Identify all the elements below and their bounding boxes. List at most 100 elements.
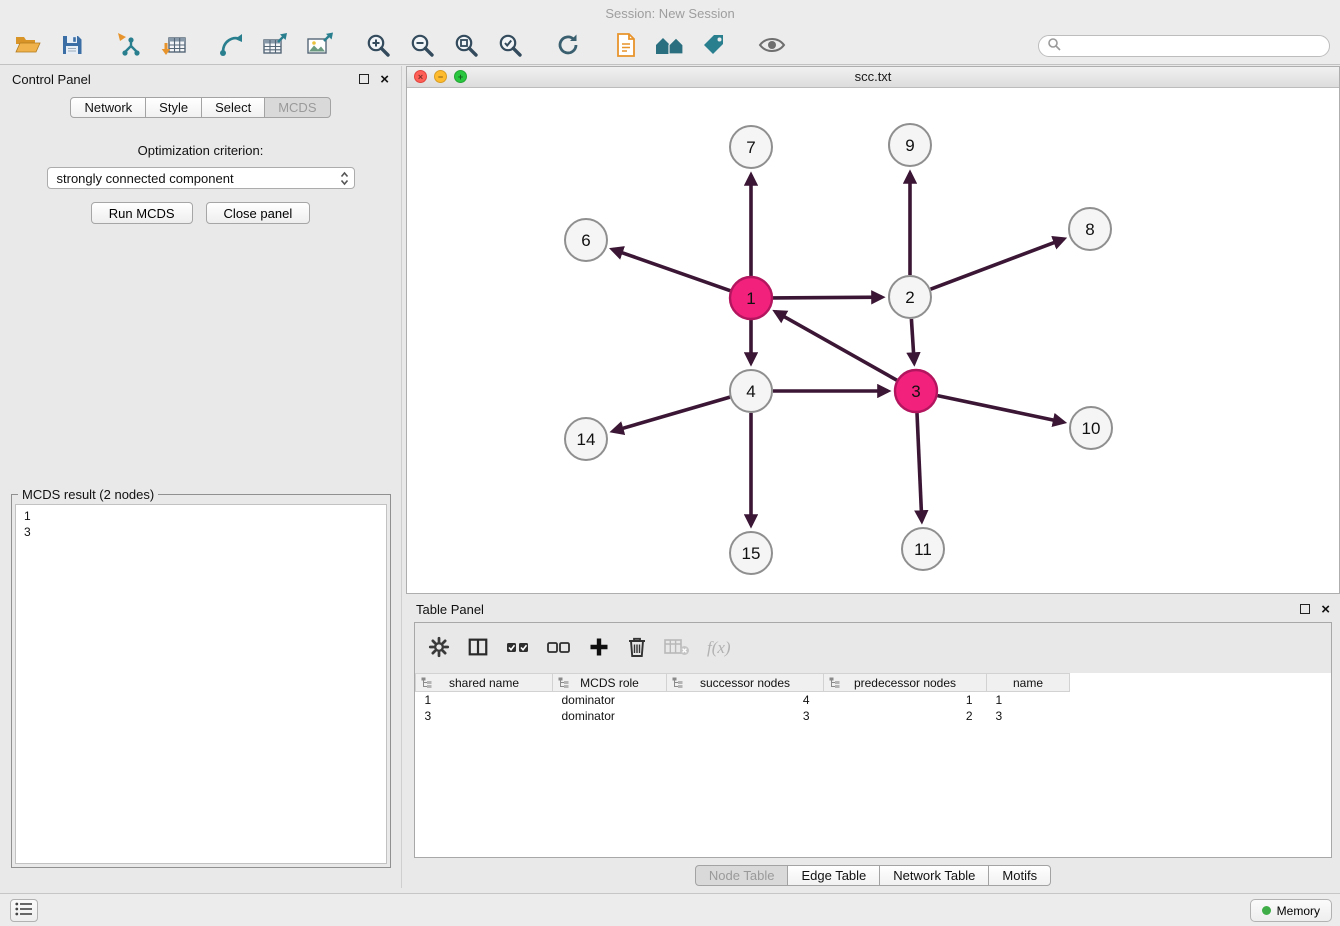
- table-row[interactable]: 3 dominator 3 2 3: [416, 708, 1332, 724]
- edge-4-14[interactable]: [613, 397, 730, 431]
- node-4[interactable]: 4: [730, 370, 772, 412]
- zoom-out-icon: [409, 32, 435, 61]
- eye-icon: [758, 35, 786, 58]
- memory-button[interactable]: Memory: [1250, 899, 1332, 922]
- network-window: scc.txt × − + 7968124310141511: [406, 66, 1340, 594]
- tab-node-table[interactable]: Node Table: [695, 865, 789, 886]
- memory-status-icon: [1262, 906, 1271, 915]
- mcds-result-list[interactable]: 1 3: [15, 504, 387, 864]
- table-row[interactable]: 1 dominator 4 1 1: [416, 692, 1332, 709]
- deselect-all-button[interactable]: [547, 638, 571, 659]
- column-sort-icon: [672, 677, 683, 691]
- edge-2-8[interactable]: [931, 239, 1064, 289]
- node-6[interactable]: 6: [565, 219, 607, 261]
- node-table: shared name MCDS role successor nodes pr…: [415, 673, 1331, 724]
- table-header-row: shared name MCDS role successor nodes pr…: [416, 674, 1332, 692]
- status-bar: Memory: [0, 893, 1340, 926]
- column-sort-icon: [421, 677, 432, 691]
- node-14[interactable]: 14: [565, 418, 607, 460]
- function-builder-button[interactable]: f(x): [707, 638, 731, 658]
- close-table-panel-icon[interactable]: ×: [1321, 602, 1330, 617]
- node-8[interactable]: 8: [1069, 208, 1111, 250]
- node-1[interactable]: 1: [730, 277, 772, 319]
- edge-3-1[interactable]: [775, 312, 896, 381]
- tab-motifs[interactable]: Motifs: [988, 865, 1051, 886]
- close-window-icon[interactable]: ×: [414, 70, 427, 83]
- save-session-button[interactable]: [50, 30, 94, 62]
- edge-1-6[interactable]: [612, 249, 730, 290]
- zoom-out-button[interactable]: [400, 30, 444, 62]
- edge-2-3[interactable]: [911, 319, 914, 363]
- export-table-icon: [262, 32, 290, 61]
- home-layout-button[interactable]: [648, 30, 692, 62]
- select-all-button[interactable]: [506, 638, 530, 659]
- network-graph[interactable]: 7 9 6 8 1 2 4 3 10 14 15 11: [407, 88, 1339, 593]
- node-2[interactable]: 2: [889, 276, 931, 318]
- node-15[interactable]: 15: [730, 532, 772, 574]
- import-network-button[interactable]: [108, 30, 152, 62]
- table-settings-button[interactable]: [428, 636, 450, 661]
- export-table-button[interactable]: [254, 30, 298, 62]
- style-tag-button[interactable]: [692, 30, 736, 62]
- tab-mcds[interactable]: MCDS: [264, 97, 330, 118]
- export-image-button[interactable]: [298, 30, 342, 62]
- float-panel-icon[interactable]: [359, 74, 369, 84]
- tab-network-table[interactable]: Network Table: [879, 865, 989, 886]
- show-hide-button[interactable]: [750, 30, 794, 62]
- open-folder-icon: [14, 33, 42, 60]
- cell-name: 3: [987, 708, 1070, 724]
- node-label: 2: [905, 288, 914, 307]
- window-title: Session: New Session: [605, 6, 734, 21]
- delete-column-button[interactable]: [627, 636, 647, 661]
- open-session-button[interactable]: [6, 30, 50, 62]
- result-line: 1: [24, 508, 378, 524]
- column-header-name[interactable]: name: [987, 674, 1070, 692]
- tab-style[interactable]: Style: [145, 97, 202, 118]
- tab-select[interactable]: Select: [201, 97, 265, 118]
- control-panel-tabs: Network Style Select MCDS: [0, 97, 401, 118]
- edge-3-11[interactable]: [917, 413, 922, 521]
- node-7[interactable]: 7: [730, 126, 772, 168]
- node-3[interactable]: 3: [895, 370, 937, 412]
- search-icon: [1047, 37, 1061, 56]
- float-table-panel-icon[interactable]: [1300, 604, 1310, 614]
- zoom-fit-button[interactable]: [444, 30, 488, 62]
- tag-icon: [701, 33, 727, 60]
- column-header-successor-nodes[interactable]: successor nodes: [667, 674, 824, 692]
- edge-1-2[interactable]: [773, 297, 882, 298]
- import-network-icon: [116, 32, 144, 61]
- run-mcds-button[interactable]: Run MCDS: [91, 202, 193, 224]
- node-11[interactable]: 11: [902, 528, 944, 570]
- maximize-window-icon[interactable]: +: [454, 70, 467, 83]
- optimization-dropdown[interactable]: strongly connected component: [47, 167, 355, 189]
- refresh-layout-button[interactable]: [546, 30, 590, 62]
- show-columns-button[interactable]: [467, 636, 489, 661]
- column-header-shared-name[interactable]: shared name: [416, 674, 553, 692]
- close-panel-button[interactable]: Close panel: [206, 202, 311, 224]
- cell-name: 1: [987, 692, 1070, 709]
- zoom-in-button[interactable]: [356, 30, 400, 62]
- delete-table-icon: [664, 637, 690, 660]
- tab-network[interactable]: Network: [70, 97, 146, 118]
- minimize-window-icon[interactable]: −: [434, 70, 447, 83]
- column-header-predecessor-nodes[interactable]: predecessor nodes: [824, 674, 987, 692]
- import-table-button[interactable]: [152, 30, 196, 62]
- tab-edge-table[interactable]: Edge Table: [787, 865, 880, 886]
- search-input[interactable]: [1066, 38, 1329, 54]
- node-9[interactable]: 9: [889, 124, 931, 166]
- delete-table-button[interactable]: [664, 637, 690, 660]
- node-10[interactable]: 10: [1070, 407, 1112, 449]
- search-box[interactable]: [1038, 35, 1330, 57]
- export-network-button[interactable]: [210, 30, 254, 62]
- node-label: 10: [1082, 419, 1101, 438]
- zoom-selected-button[interactable]: [488, 30, 532, 62]
- add-column-button[interactable]: [588, 636, 610, 661]
- node-label: 8: [1085, 220, 1094, 239]
- edge-3-10[interactable]: [938, 396, 1064, 423]
- column-header-mcds-role[interactable]: MCDS role: [553, 674, 667, 692]
- node-label: 6: [581, 231, 590, 250]
- clone-network-button[interactable]: [604, 30, 648, 62]
- zoom-fit-icon: [453, 32, 479, 61]
- close-panel-icon[interactable]: ×: [380, 72, 389, 87]
- task-history-button[interactable]: [10, 899, 38, 922]
